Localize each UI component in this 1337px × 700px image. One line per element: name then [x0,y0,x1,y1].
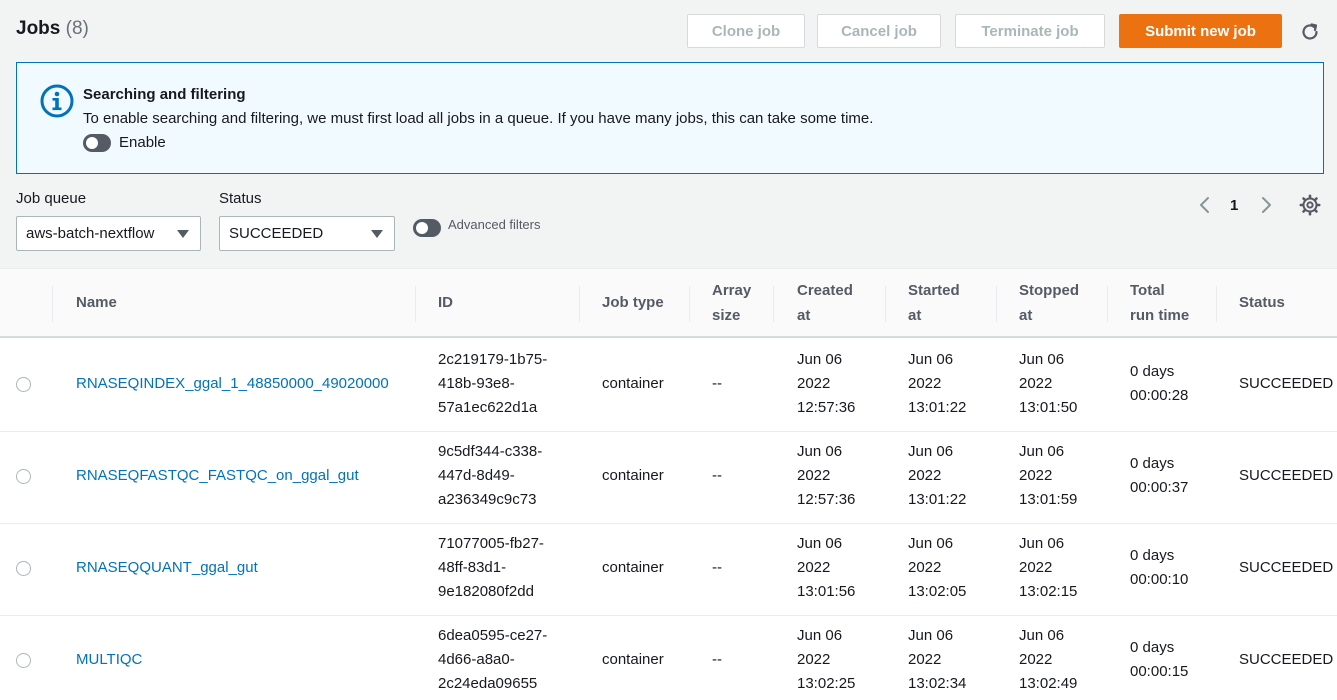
stopped-at: Jun 06 2022 13:01:50 [1019,351,1078,416]
column-divider [689,286,690,322]
job-name-link[interactable]: MULTIQC [76,648,142,672]
job-queue-select[interactable]: aws-batch-nextflow [16,216,201,251]
column-divider [1216,286,1217,322]
job-id: 6dea0595-ce27- 4d66-a8a0- 2c24eda09655 [438,627,548,692]
array-size: -- [712,559,722,576]
gear-icon[interactable] [1299,194,1321,216]
table-row[interactable]: MULTIQC 6dea0595-ce27- 4d66-a8a0- 2c24ed… [0,616,1337,700]
jobs-table: Name ID Job type Array size Created at S… [0,268,1337,700]
chevron-right-icon[interactable] [1257,195,1275,215]
array-size: -- [712,467,722,484]
status-filter-label: Status [219,190,262,207]
job-type: container [602,651,664,668]
stopped-at: Jun 06 2022 13:02:15 [1019,535,1078,600]
job-type: container [602,559,664,576]
column-divider [1107,286,1108,322]
job-queue-label: Job queue [16,190,87,207]
job-id: 9c5df344-c338- 447d-8d49- a236349c9c73 [438,443,543,508]
column-header-array-size[interactable]: Array size [712,278,751,328]
job-name-link[interactable]: RNASEQQUANT_ggal_gut [76,556,258,580]
job-name-link[interactable]: RNASEQINDEX_ggal_1_48850000_49020000 [76,372,389,396]
created-at: Jun 06 2022 13:01:56 [797,535,856,600]
job-status: SUCCEEDED [1239,375,1334,392]
total-run-time: 0 days 00:00:37 [1130,455,1189,496]
column-header-job-type[interactable]: Job type [602,290,664,315]
advanced-filters-label: Advanced filters [448,217,541,232]
started-at: Jun 06 2022 13:01:22 [908,351,967,416]
job-id: 2c219179-1b75- 418b-93e8- 57a1ec622d1a [438,351,548,416]
created-at: Jun 06 2022 12:57:36 [797,443,856,508]
enable-toggle[interactable] [83,134,111,152]
array-size: -- [712,651,722,668]
total-run-time: 0 days 00:00:28 [1130,363,1189,404]
column-header-id[interactable]: ID [438,290,453,315]
terminate-job-button[interactable]: Terminate job [955,14,1105,48]
column-divider [579,286,580,322]
alert-title: Searching and filtering [83,86,246,103]
row-select-radio[interactable] [16,653,31,668]
job-name-link[interactable]: RNASEQFASTQC_FASTQC_on_ggal_gut [76,464,359,488]
table-row[interactable]: RNASEQQUANT_ggal_gut 71077005-fb27- 48ff… [0,524,1337,616]
row-select-radio[interactable] [16,561,31,576]
refresh-icon [1302,23,1318,40]
page-title-text: Jobs [16,18,61,39]
job-id: 71077005-fb27- 48ff-83d1- 9e182080f2dd [438,535,544,600]
created-at: Jun 06 2022 12:57:36 [797,351,856,416]
total-run-time: 0 days 00:00:10 [1130,547,1189,588]
table-row[interactable]: RNASEQFASTQC_FASTQC_on_ggal_gut 9c5df344… [0,432,1337,524]
total-run-time: 0 days 00:00:15 [1130,639,1189,680]
started-at: Jun 06 2022 13:02:05 [908,535,967,600]
column-divider [52,286,53,322]
alert-text: To enable searching and filtering, we mu… [83,110,874,127]
stopped-at: Jun 06 2022 13:02:49 [1019,627,1078,692]
started-at: Jun 06 2022 13:01:22 [908,443,967,508]
column-divider [415,286,416,322]
created-at: Jun 06 2022 13:02:25 [797,627,856,692]
job-status: SUCCEEDED [1239,651,1334,668]
table-header: Name ID Job type Array size Created at S… [0,269,1337,338]
info-icon [40,84,74,118]
page-number[interactable]: 1 [1230,197,1238,214]
searching-filtering-alert: Searching and filtering To enable search… [16,62,1324,174]
column-divider [885,286,886,322]
array-size: -- [712,375,722,392]
table-row[interactable]: RNASEQINDEX_ggal_1_48850000_49020000 2c2… [0,340,1337,432]
enable-label: Enable [119,134,166,151]
page-title: Jobs (8) [16,18,89,40]
submit-new-job-button[interactable]: Submit new job [1119,14,1282,48]
column-header-status[interactable]: Status [1239,290,1285,315]
job-status: SUCCEEDED [1239,559,1334,576]
column-header-created-at[interactable]: Created at [797,278,853,328]
cancel-job-button[interactable]: Cancel job [817,14,941,48]
chevron-left-icon[interactable] [1196,195,1214,215]
clone-job-button[interactable]: Clone job [687,14,805,48]
job-status: SUCCEEDED [1239,467,1334,484]
caret-down-icon [371,230,383,238]
caret-down-icon [177,230,189,238]
page-header: Jobs (8) Clone job Cancel job Terminate … [0,0,1337,62]
job-queue-value: aws-batch-nextflow [26,225,155,242]
status-select[interactable]: SUCCEEDED [219,216,395,251]
column-header-total-run-time[interactable]: Total run time [1130,278,1189,328]
refresh-button[interactable] [1297,19,1323,45]
column-divider [996,286,997,322]
job-type: container [602,375,664,392]
row-select-radio[interactable] [16,469,31,484]
column-header-started-at[interactable]: Started at [908,278,960,328]
job-count: (8) [65,18,89,39]
status-select-value: SUCCEEDED [229,225,324,242]
column-header-name[interactable]: Name [76,290,117,315]
row-select-radio[interactable] [16,377,31,392]
stopped-at: Jun 06 2022 13:01:59 [1019,443,1078,508]
column-divider [773,286,774,322]
started-at: Jun 06 2022 13:02:34 [908,627,967,692]
advanced-filters-toggle[interactable] [413,219,441,237]
column-header-stopped-at[interactable]: Stopped at [1019,278,1079,328]
job-type: container [602,467,664,484]
